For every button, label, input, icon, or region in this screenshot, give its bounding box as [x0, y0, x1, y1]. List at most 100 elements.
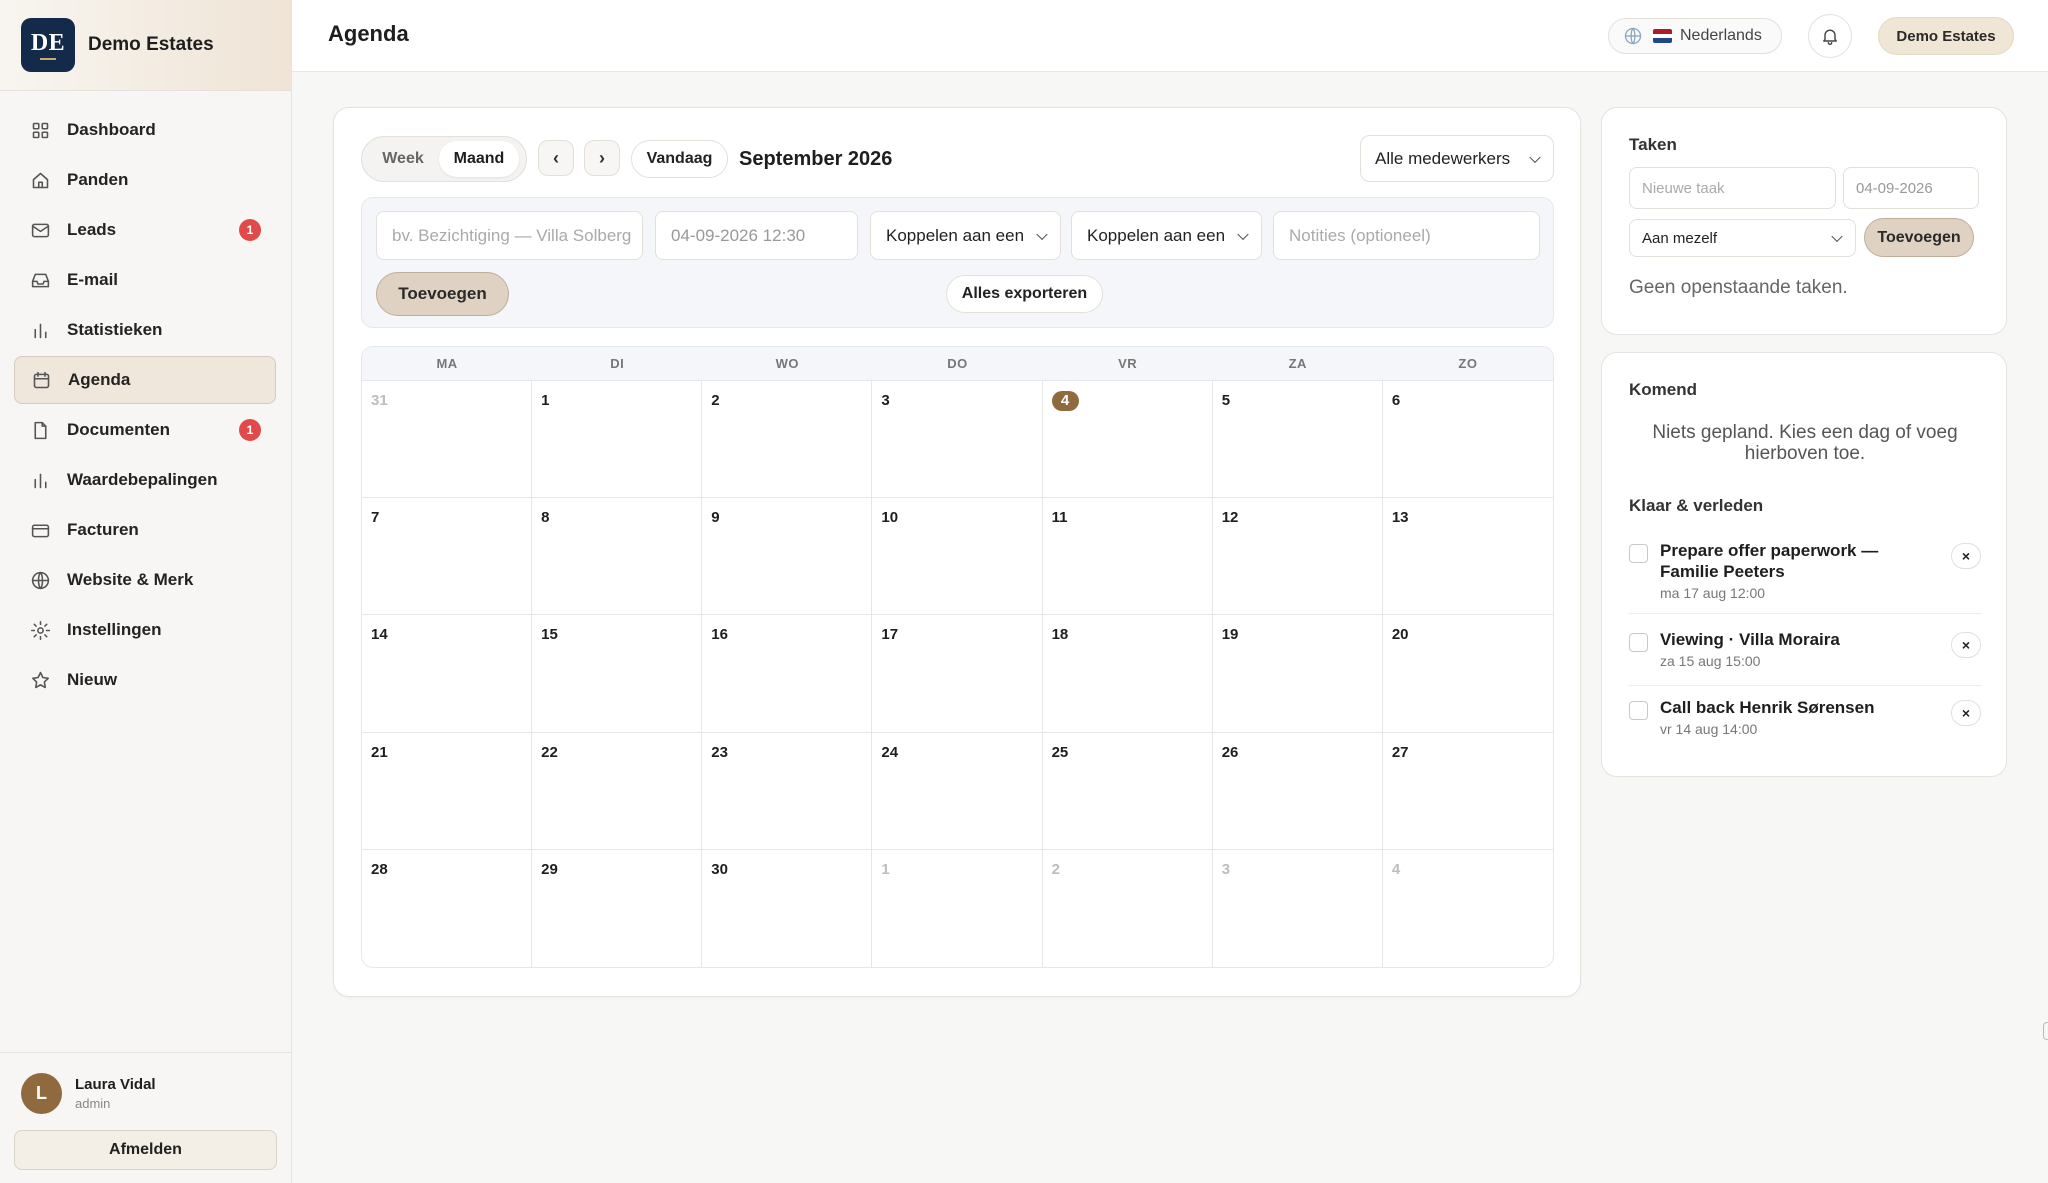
sidebar-item-dashboard[interactable]: Dashboard: [14, 106, 276, 154]
sidebar-item-waardebepalingen[interactable]: Waardebepalingen: [14, 456, 276, 504]
task-date-input[interactable]: 04-09-2026: [1843, 167, 1979, 209]
logout-button[interactable]: Afmelden: [14, 1130, 277, 1170]
calendar-day-cell[interactable]: 5: [1212, 381, 1383, 499]
calendar-day-cell[interactable]: 11: [1042, 498, 1213, 616]
remove-task-button[interactable]: ×: [1951, 700, 1981, 726]
day-number: 13: [1391, 509, 1409, 527]
language-selector[interactable]: Nederlands: [1608, 18, 1782, 54]
month-title: September 2026: [739, 148, 893, 170]
task-checkbox[interactable]: [1629, 544, 1648, 563]
appointment-notes-input[interactable]: Notities (optioneel): [1273, 211, 1540, 260]
calendar-day-cell[interactable]: 13: [1382, 498, 1553, 616]
link-select-1[interactable]: Koppelen aan een: [870, 211, 1061, 260]
previous-month-button[interactable]: ‹: [538, 140, 574, 176]
brand-name: Demo Estates: [88, 34, 214, 55]
remove-task-button[interactable]: ×: [1951, 543, 1981, 569]
calendar-day-cell[interactable]: 31: [362, 381, 533, 499]
calendar-day-cell[interactable]: 28: [362, 849, 533, 967]
calendar-card: Week Maand ‹ › Vandaag September 2026 Al…: [333, 107, 1581, 997]
chevron-down-icon: [1831, 230, 1843, 243]
calendar-day-cell[interactable]: 12: [1212, 498, 1383, 616]
day-number: 2: [711, 392, 720, 409]
calendar-day-cell[interactable]: 2: [1043, 849, 1213, 967]
user-name: Laura Vidal: [75, 1076, 156, 1093]
calendar-day-cell[interactable]: 7: [362, 498, 533, 616]
task-assign-select[interactable]: Aan mezelf: [1629, 219, 1856, 257]
weekday-header: WO: [702, 347, 873, 381]
sidebar-item-facturen[interactable]: Facturen: [14, 506, 276, 554]
panel-resize-handle[interactable]: [2043, 1022, 2048, 1040]
export-all-button[interactable]: Alles exporteren: [946, 275, 1103, 313]
calendar-day-cell[interactable]: 26: [1212, 732, 1383, 850]
appointment-datetime-input[interactable]: 04-09-2026 12:30: [655, 211, 858, 260]
task-time: vr 14 aug 14:00: [1660, 721, 1758, 737]
calendar-day-cell[interactable]: 18: [1042, 615, 1213, 733]
calendar-day-cell[interactable]: 29: [532, 849, 703, 967]
calendar-day-cell[interactable]: 24: [872, 732, 1043, 850]
day-number: 14: [371, 626, 388, 644]
calendar-day-cell[interactable]: 6: [1382, 381, 1553, 499]
calendar-day-cell[interactable]: 16: [702, 615, 873, 733]
appointment-title-input[interactable]: bv. Bezichtiging — Villa Solberg: [376, 211, 643, 260]
sidebar-item-nieuw[interactable]: Nieuw: [14, 656, 276, 704]
calendar-day-cell[interactable]: 3: [872, 381, 1043, 499]
avatar: L: [21, 1073, 62, 1114]
document-icon: [34, 421, 47, 439]
link-select-2-value: Koppelen aan een: [1087, 225, 1226, 245]
link-select-2[interactable]: Koppelen aan een: [1071, 211, 1262, 260]
today-button[interactable]: Vandaag: [631, 140, 728, 178]
sidebar-item-instellingen[interactable]: Instellingen: [14, 606, 276, 654]
calendar-day-cell[interactable]: 9: [702, 498, 873, 616]
sidebar-item-agenda[interactable]: Agenda: [14, 356, 276, 404]
calendar-day-cell[interactable]: 10: [872, 498, 1043, 616]
calendar-day-cell[interactable]: 4: [1042, 381, 1213, 499]
user-profile[interactable]: L Laura Vidal admin: [21, 1073, 156, 1114]
sidebar-item-email[interactable]: E-mail: [14, 256, 276, 304]
sidebar-item-panden[interactable]: Panden: [14, 156, 276, 204]
add-task-button[interactable]: Toevoegen: [1864, 218, 1974, 257]
calendar-day-cell[interactable]: 25: [1042, 732, 1213, 850]
notifications-button[interactable]: [1808, 14, 1852, 58]
new-task-input[interactable]: Nieuwe taak: [1629, 167, 1836, 209]
calendar-day-cell[interactable]: 15: [532, 615, 703, 733]
calendar-day-cell[interactable]: 27: [1382, 733, 1553, 850]
day-number: 9: [711, 509, 720, 527]
calendar-day-cell[interactable]: 3: [1213, 849, 1383, 967]
sidebar-item-leads[interactable]: Leads 1: [14, 206, 276, 254]
calendar-day-cell[interactable]: 23: [702, 732, 873, 850]
calendar-day-cell[interactable]: 14: [362, 615, 533, 733]
view-month-tab[interactable]: Maand: [439, 141, 519, 177]
task-checkbox[interactable]: [1629, 633, 1648, 652]
sidebar-item-statistieken[interactable]: Statistieken: [14, 306, 276, 354]
calendar-day-cell[interactable]: 1: [532, 381, 703, 499]
brand-header[interactable]: DE Demo Estates: [0, 0, 291, 91]
sidebar-item-documenten[interactable]: Documenten 1: [14, 406, 276, 454]
calendar-day-cell[interactable]: 2: [702, 381, 873, 499]
calendar-day-cell[interactable]: 8: [532, 498, 703, 616]
view-week-tab[interactable]: Week: [367, 141, 439, 177]
calendar-day-cell[interactable]: 21: [362, 732, 533, 850]
sidebar-item-label: E-mail: [67, 270, 119, 289]
add-appointment-button[interactable]: Toevoegen: [376, 272, 509, 316]
day-number: 30: [711, 860, 728, 878]
calendar-day-cell[interactable]: 22: [532, 732, 703, 850]
credit-card-icon: [31, 523, 50, 537]
staff-filter-select[interactable]: Alle medewerkers: [1360, 135, 1554, 182]
next-month-button[interactable]: ›: [584, 140, 620, 176]
chevron-down-icon: [1529, 151, 1541, 163]
calendar-day-cell[interactable]: 30: [702, 849, 873, 967]
calendar-day-cell[interactable]: 19: [1212, 615, 1383, 733]
past-section-title: Klaar & verleden: [1629, 496, 1764, 515]
remove-task-button[interactable]: ×: [1951, 632, 1981, 658]
calendar-day-cell[interactable]: 1: [872, 849, 1043, 967]
sidebar-item-website-merk[interactable]: Website & Merk: [14, 556, 276, 604]
calendar-day-cell[interactable]: 17: [872, 615, 1043, 733]
task-checkbox[interactable]: [1629, 701, 1648, 720]
calendar-day-cell[interactable]: 20: [1382, 615, 1553, 733]
organization-switcher[interactable]: Demo Estates: [1878, 17, 2014, 55]
calendar-day-cell[interactable]: 4: [1383, 850, 1553, 967]
staff-filter-value: Alle medewerkers: [1375, 148, 1511, 168]
day-number: 15: [541, 626, 558, 644]
weekday-header: MA: [362, 347, 533, 381]
chevron-down-icon: [1036, 228, 1048, 240]
